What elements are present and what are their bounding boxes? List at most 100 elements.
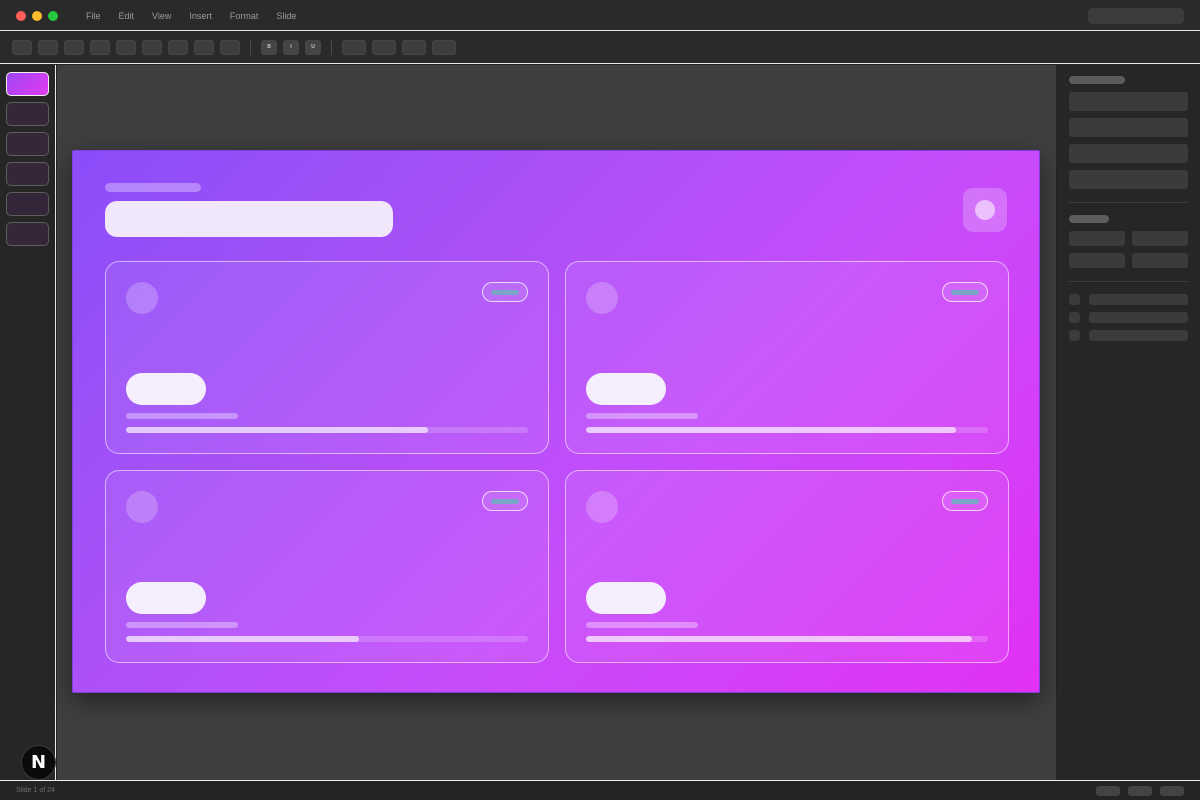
option-checkbox[interactable] bbox=[1069, 330, 1080, 341]
card-value-placeholder bbox=[586, 582, 666, 614]
status-button[interactable] bbox=[1128, 786, 1152, 796]
bold-button[interactable]: B bbox=[261, 40, 277, 55]
toolbar-button[interactable] bbox=[168, 40, 188, 55]
option-checkbox[interactable] bbox=[1069, 294, 1080, 305]
menu-format[interactable]: Format bbox=[230, 10, 259, 22]
progress-bar bbox=[586, 427, 988, 433]
status-badge bbox=[482, 282, 528, 302]
toolbar-divider bbox=[331, 40, 332, 55]
slide-thumbnails-panel bbox=[0, 65, 56, 780]
property-input[interactable] bbox=[1069, 253, 1125, 268]
slide-subtitle-placeholder[interactable] bbox=[105, 183, 201, 192]
stat-card[interactable] bbox=[565, 470, 1009, 663]
logo-dot-icon bbox=[975, 200, 995, 220]
option-label bbox=[1089, 330, 1188, 341]
toolbar-button[interactable] bbox=[432, 40, 456, 55]
toolbar-divider bbox=[250, 40, 251, 55]
card-label-placeholder bbox=[126, 622, 238, 628]
option-label bbox=[1089, 312, 1188, 323]
slide-title-placeholder[interactable] bbox=[105, 201, 393, 237]
toolbar-button[interactable] bbox=[372, 40, 396, 55]
slide-thumbnail-3[interactable] bbox=[6, 132, 49, 156]
stat-card[interactable] bbox=[105, 470, 549, 663]
status-badge bbox=[482, 491, 528, 511]
property-field[interactable] bbox=[1069, 92, 1188, 111]
status-button[interactable] bbox=[1160, 786, 1184, 796]
stat-card[interactable] bbox=[105, 261, 549, 454]
menu-insert[interactable]: Insert bbox=[189, 10, 212, 22]
progress-bar bbox=[586, 636, 988, 642]
status-badge bbox=[942, 491, 988, 511]
menu-slide[interactable]: Slide bbox=[276, 10, 296, 22]
search-field[interactable] bbox=[1088, 8, 1184, 24]
badge-indicator bbox=[491, 499, 519, 504]
slide-thumbnail-5[interactable] bbox=[6, 192, 49, 216]
card-avatar bbox=[586, 282, 618, 314]
properties-panel bbox=[1057, 65, 1200, 780]
progress-bar bbox=[126, 636, 528, 642]
option-checkbox[interactable] bbox=[1069, 312, 1080, 323]
menu-edit[interactable]: Edit bbox=[119, 10, 135, 22]
slide-thumbnail-2[interactable] bbox=[6, 102, 49, 126]
toolbar-button[interactable] bbox=[194, 40, 214, 55]
badge-indicator bbox=[491, 290, 519, 295]
toolbar-button[interactable] bbox=[38, 40, 58, 55]
progress-bar bbox=[126, 427, 528, 433]
toolbar-button[interactable] bbox=[402, 40, 426, 55]
card-label-placeholder bbox=[586, 622, 698, 628]
section-heading bbox=[1069, 215, 1109, 223]
status-badge bbox=[942, 282, 988, 302]
badge-indicator bbox=[951, 499, 979, 504]
maximize-window-button[interactable] bbox=[48, 11, 58, 21]
property-field[interactable] bbox=[1069, 144, 1188, 163]
slide-position-text: Slide 1 of 24 bbox=[16, 787, 55, 794]
card-value-placeholder bbox=[126, 373, 206, 405]
toolbar-button[interactable] bbox=[90, 40, 110, 55]
property-input[interactable] bbox=[1132, 253, 1188, 268]
minimize-window-button[interactable] bbox=[32, 11, 42, 21]
slide-thumbnail-4[interactable] bbox=[6, 162, 49, 186]
option-label bbox=[1089, 294, 1188, 305]
stat-card[interactable] bbox=[565, 261, 1009, 454]
section-heading bbox=[1069, 76, 1125, 84]
property-field[interactable] bbox=[1069, 118, 1188, 137]
card-label-placeholder bbox=[586, 413, 698, 419]
property-input[interactable] bbox=[1132, 231, 1188, 246]
slide-thumbnail-1[interactable] bbox=[6, 72, 49, 96]
card-value-placeholder bbox=[126, 582, 206, 614]
slide[interactable] bbox=[72, 150, 1040, 693]
status-bar: Slide 1 of 24 bbox=[0, 780, 1200, 800]
section-divider bbox=[1069, 202, 1188, 203]
badge-indicator bbox=[951, 290, 979, 295]
status-button[interactable] bbox=[1096, 786, 1120, 796]
progress-fill bbox=[126, 427, 428, 433]
progress-fill bbox=[126, 636, 360, 642]
card-avatar bbox=[126, 491, 158, 523]
slide-logo[interactable] bbox=[963, 188, 1007, 232]
progress-fill bbox=[586, 427, 956, 433]
n-logo-icon[interactable]: N bbox=[21, 745, 56, 780]
toolbar: B I U bbox=[0, 32, 1200, 64]
menu-file[interactable]: File bbox=[86, 10, 101, 22]
toolbar-button[interactable] bbox=[220, 40, 240, 55]
card-label-placeholder bbox=[126, 413, 238, 419]
card-avatar bbox=[126, 282, 158, 314]
toolbar-button[interactable] bbox=[342, 40, 366, 55]
toolbar-button[interactable] bbox=[12, 40, 32, 55]
card-avatar bbox=[586, 491, 618, 523]
toolbar-button[interactable] bbox=[142, 40, 162, 55]
property-input[interactable] bbox=[1069, 231, 1125, 246]
property-field[interactable] bbox=[1069, 170, 1188, 189]
card-value-placeholder bbox=[586, 373, 666, 405]
toolbar-button[interactable] bbox=[116, 40, 136, 55]
progress-fill bbox=[586, 636, 972, 642]
underline-button[interactable]: U bbox=[305, 40, 321, 55]
title-bar: File Edit View Insert Format Slide bbox=[0, 0, 1200, 31]
slide-thumbnail-6[interactable] bbox=[6, 222, 49, 246]
toolbar-button[interactable] bbox=[64, 40, 84, 55]
italic-button[interactable]: I bbox=[283, 40, 299, 55]
section-divider bbox=[1069, 281, 1188, 282]
close-window-button[interactable] bbox=[16, 11, 26, 21]
menu-view[interactable]: View bbox=[152, 10, 171, 22]
menu-bar: File Edit View Insert Format Slide bbox=[86, 10, 314, 22]
